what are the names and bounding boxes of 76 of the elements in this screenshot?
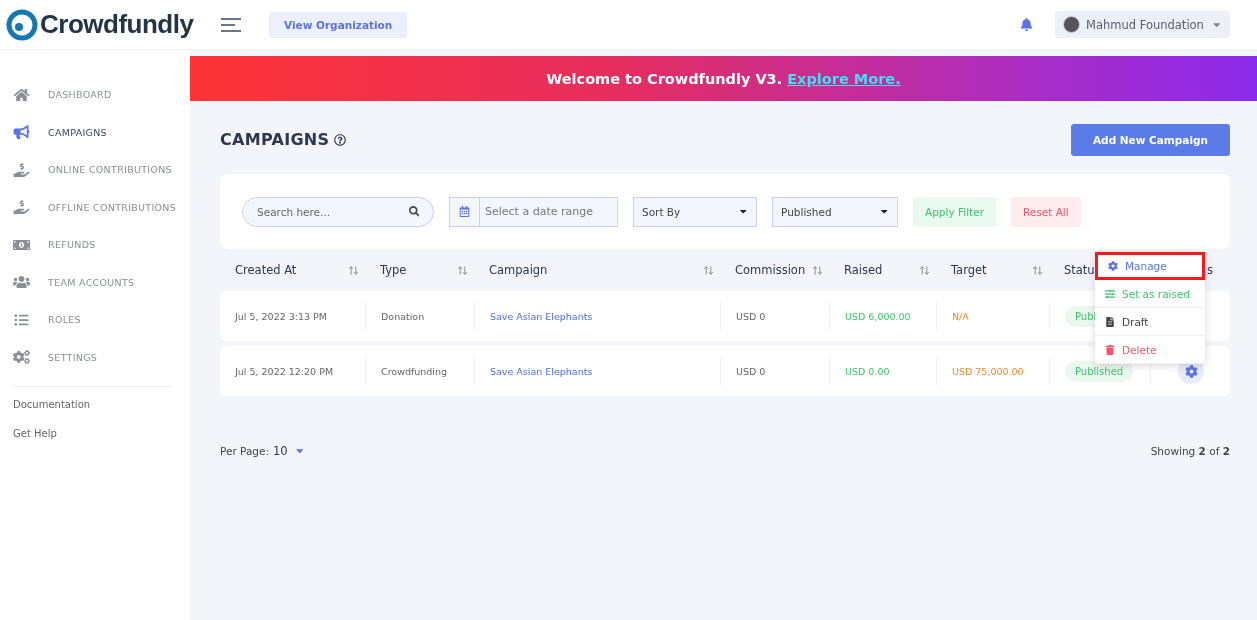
sort-icon[interactable] [703,264,714,276]
campaign-link[interactable]: Save Asian Elephants [490,310,593,322]
column-header: Statu [1064,263,1095,277]
column-header: Campaign [489,263,548,277]
column-header: Raised [844,263,883,277]
banknote-icon [13,237,30,252]
status-badge: Published [1065,360,1134,382]
commission-cell: USD 0 [736,310,766,322]
list-icon [13,312,30,327]
sidebar-item[interactable]: DASHBOARD [13,76,190,114]
sidebar-item[interactable]: TEAM ACCOUNTS [13,263,190,301]
sidebar-link[interactable]: Get Help [13,428,190,457]
calendar-icon [459,206,470,217]
sort-icon[interactable] [812,264,823,276]
type-cell: Donation [381,310,425,322]
campaign-link[interactable]: Save Asian Elephants [490,365,593,377]
date-cell: Jul 5, 2022 3:13 PM [235,310,328,322]
sidebar-item[interactable]: REFUNDS [13,226,190,264]
type-cell: Crowdfunding [381,365,448,377]
page-title: CAMPAIGNS [220,130,330,149]
organization-dropdown[interactable]: Mahmud Foundation [1055,11,1230,38]
menu-item[interactable]: Delete [1095,336,1205,364]
showing-count: Showing 2 of 2 [1150,445,1230,457]
explore-link[interactable]: Explore More. [787,70,901,87]
search-field[interactable]: Search here... [242,196,434,227]
gear-icon [1108,261,1118,271]
megaphone-icon [13,125,30,140]
sidebar-item[interactable]: OFFLINE CONTRIBUTIONS [13,188,190,226]
users-icon [13,275,30,290]
home-icon [13,87,30,102]
sort-select[interactable]: Sort By [633,196,757,227]
sort-icon[interactable] [919,264,930,276]
per-page-select[interactable]: 10 [273,444,306,458]
column-header: Created At [235,263,297,277]
sidebar-link[interactable]: Documentation [13,399,190,428]
sidebar-item[interactable]: CAMPAIGNS [13,113,190,151]
status-select[interactable]: Published [772,196,898,227]
add-campaign-button[interactable]: Add New Campaign [1071,123,1230,156]
reset-button[interactable]: Reset All [1011,196,1081,227]
column-header: s [1207,263,1213,277]
sliders-icon [1105,288,1115,299]
banner-text: Welcome to Crowdfundly V3. [546,70,783,87]
sort-icon[interactable] [1032,264,1043,276]
avatar [1063,16,1080,33]
raised-amount: USD 6,000.00 [845,310,911,322]
gear-icon [1184,364,1198,378]
sidebar-item[interactable]: ROLES [13,301,190,339]
column-header: Commission [735,263,806,277]
sidebar-item[interactable]: ONLINE CONTRIBUTIONS [13,151,190,189]
sort-icon[interactable] [348,264,359,276]
logo-icon [6,8,38,41]
column-header: Target [951,263,987,277]
logo[interactable]: Crowdfundly [6,8,221,41]
target-amount: N/A [952,310,969,322]
column-header: Type [380,263,407,277]
view-organization-button[interactable]: View Organization [269,11,408,38]
commission-cell: USD 0 [736,365,766,377]
menu-icon[interactable] [221,17,241,32]
hand-coin-icon [13,162,30,177]
target-amount: USD 75,000.00 [952,365,1024,377]
date-range-field[interactable]: Select a date range [449,196,618,227]
sort-icon[interactable] [457,264,468,276]
per-page-label: Per Page: [220,445,270,457]
sidebar-item[interactable]: SETTINGS [13,338,190,376]
gears-icon [13,350,30,365]
menu-item[interactable]: Set as raised [1095,280,1205,308]
search-icon[interactable] [408,206,419,217]
trash-icon [1105,344,1115,355]
document-icon [1105,316,1115,327]
menu-item[interactable]: Manage [1095,252,1205,280]
hand-coin-icon [13,200,30,215]
menu-item[interactable]: Draft [1095,308,1205,336]
bell-icon[interactable] [1020,18,1033,31]
help-icon[interactable] [334,133,347,146]
raised-amount: USD 0.00 [845,365,890,377]
date-cell: Jul 5, 2022 12:20 PM [235,365,334,377]
